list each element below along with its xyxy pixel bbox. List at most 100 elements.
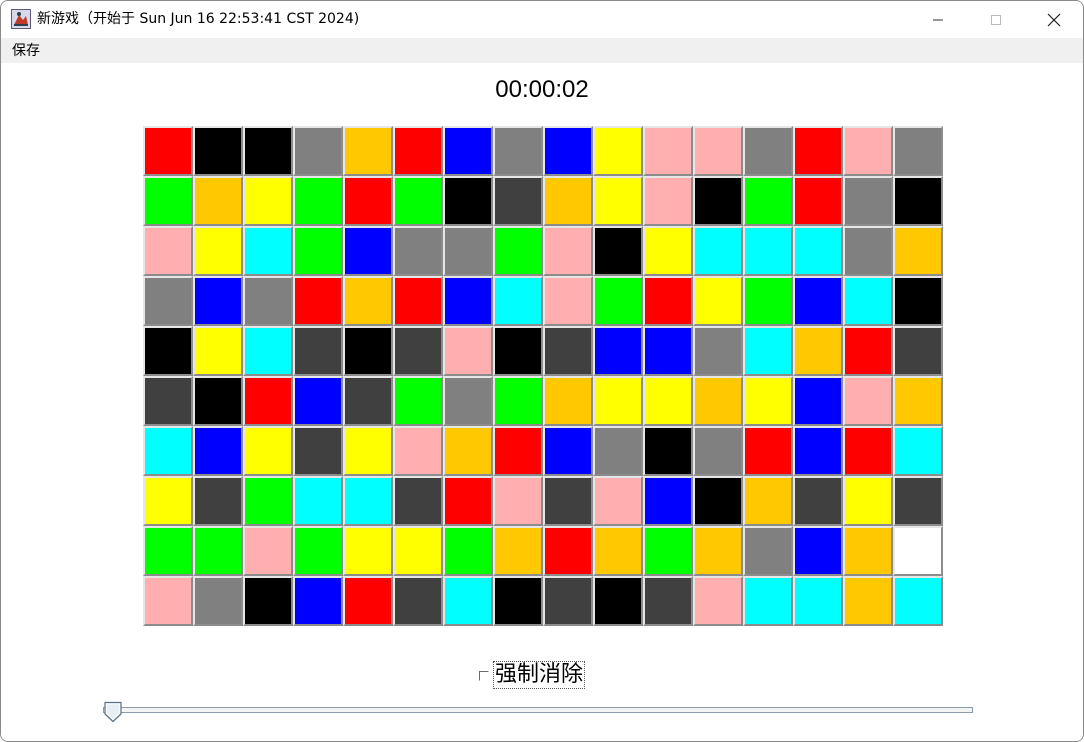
tile[interactable] <box>543 126 593 176</box>
tile[interactable] <box>893 576 943 626</box>
tile[interactable] <box>893 476 943 526</box>
tile[interactable] <box>143 176 193 226</box>
tile[interactable] <box>393 376 443 426</box>
tile[interactable] <box>743 426 793 476</box>
tile[interactable] <box>893 526 943 576</box>
tile[interactable] <box>243 226 293 276</box>
tile[interactable] <box>443 376 493 426</box>
tile[interactable] <box>393 176 443 226</box>
tile[interactable] <box>143 226 193 276</box>
tile[interactable] <box>593 576 643 626</box>
tile[interactable] <box>343 326 393 376</box>
tile[interactable] <box>343 376 393 426</box>
tile[interactable] <box>293 476 343 526</box>
tile[interactable] <box>443 226 493 276</box>
tile[interactable] <box>643 176 693 226</box>
tile[interactable] <box>793 176 843 226</box>
tile[interactable] <box>193 476 243 526</box>
tile[interactable] <box>693 376 743 426</box>
tile[interactable] <box>443 426 493 476</box>
tile[interactable] <box>493 426 543 476</box>
tile[interactable] <box>793 376 843 426</box>
tile[interactable] <box>293 276 343 326</box>
tile[interactable] <box>243 126 293 176</box>
tile[interactable] <box>593 376 643 426</box>
tile[interactable] <box>693 276 743 326</box>
tile[interactable] <box>143 476 193 526</box>
tile[interactable] <box>193 276 243 326</box>
tile[interactable] <box>393 326 443 376</box>
tile[interactable] <box>143 426 193 476</box>
tile[interactable] <box>243 426 293 476</box>
tile[interactable] <box>593 426 643 476</box>
tile[interactable] <box>643 576 693 626</box>
tile[interactable] <box>843 226 893 276</box>
tile[interactable] <box>393 226 443 276</box>
tile[interactable] <box>843 576 893 626</box>
tile[interactable] <box>493 576 543 626</box>
tile[interactable] <box>893 126 943 176</box>
tile[interactable] <box>693 426 743 476</box>
tile[interactable] <box>693 226 743 276</box>
tile[interactable] <box>193 426 243 476</box>
tile[interactable] <box>593 226 643 276</box>
tile[interactable] <box>243 376 293 426</box>
tile[interactable] <box>693 176 743 226</box>
tile[interactable] <box>743 476 793 526</box>
tile[interactable] <box>243 526 293 576</box>
tile[interactable] <box>893 276 943 326</box>
tile[interactable] <box>193 576 243 626</box>
tile[interactable] <box>543 526 593 576</box>
tile[interactable] <box>143 376 193 426</box>
tile[interactable] <box>293 326 343 376</box>
tile[interactable] <box>393 126 443 176</box>
tile[interactable] <box>443 326 493 376</box>
tile[interactable] <box>543 326 593 376</box>
tile[interactable] <box>643 376 693 426</box>
minimize-button[interactable] <box>909 1 967 38</box>
tile[interactable] <box>743 126 793 176</box>
tile[interactable] <box>293 376 343 426</box>
tile[interactable] <box>843 476 893 526</box>
tile[interactable] <box>343 426 393 476</box>
tile[interactable] <box>243 476 293 526</box>
tile[interactable] <box>493 476 543 526</box>
tile[interactable] <box>443 276 493 326</box>
tile[interactable] <box>493 226 543 276</box>
tile[interactable] <box>293 176 343 226</box>
tile[interactable] <box>343 226 393 276</box>
force-clear-toggle[interactable]: 强制消除 <box>479 661 586 689</box>
tile[interactable] <box>843 376 893 426</box>
tile[interactable] <box>543 226 593 276</box>
tile[interactable] <box>793 426 843 476</box>
menu-item-save[interactable]: 保存 <box>6 40 46 62</box>
tile[interactable] <box>443 476 493 526</box>
tile[interactable] <box>693 326 743 376</box>
tile[interactable] <box>143 526 193 576</box>
tile[interactable] <box>243 276 293 326</box>
tile[interactable] <box>293 426 343 476</box>
tile[interactable] <box>293 576 343 626</box>
tile[interactable] <box>193 226 243 276</box>
tile[interactable] <box>393 526 443 576</box>
title-bar[interactable]: 新游戏（开始于 Sun Jun 16 22:53:41 CST 2024) <box>1 1 1083 38</box>
tile[interactable] <box>593 526 643 576</box>
tile[interactable] <box>143 276 193 326</box>
tile[interactable] <box>693 126 743 176</box>
slider-thumb[interactable] <box>102 701 124 723</box>
tile[interactable] <box>443 576 493 626</box>
tile[interactable] <box>193 176 243 226</box>
tile[interactable] <box>143 126 193 176</box>
tile[interactable] <box>543 426 593 476</box>
tile[interactable] <box>293 126 343 176</box>
tile[interactable] <box>893 176 943 226</box>
force-clear-checkbox[interactable] <box>479 671 489 681</box>
tile[interactable] <box>193 126 243 176</box>
tile[interactable] <box>593 126 643 176</box>
tile[interactable] <box>843 126 893 176</box>
tile[interactable] <box>593 176 643 226</box>
tile[interactable] <box>493 526 543 576</box>
tile[interactable] <box>893 226 943 276</box>
tile[interactable] <box>143 576 193 626</box>
tile[interactable] <box>643 276 693 326</box>
